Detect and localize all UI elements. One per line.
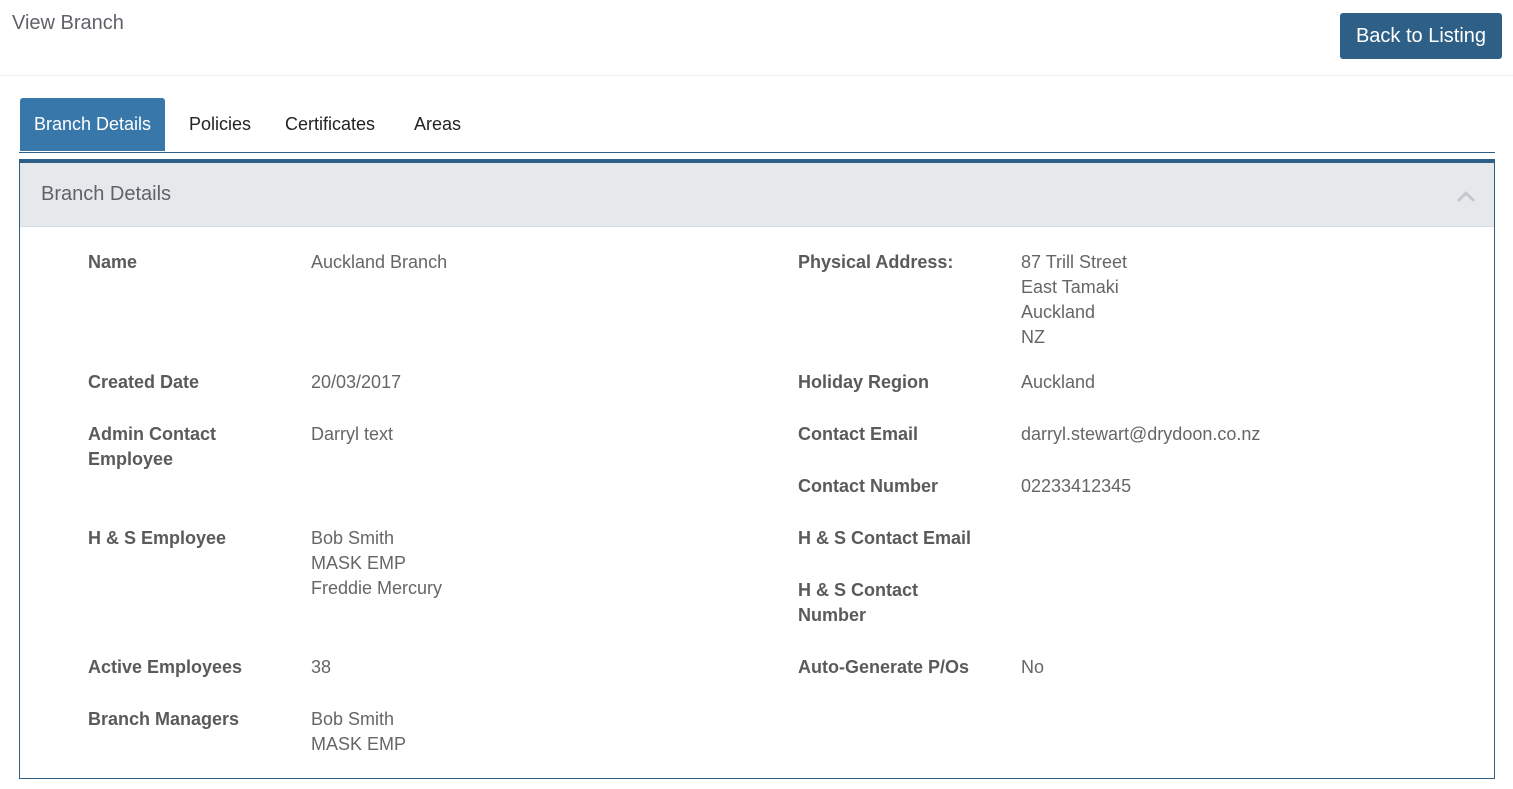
page-header: View Branch Back to Listing: [0, 0, 1513, 76]
contact-number-label: Contact Number: [798, 476, 939, 496]
branch-managers-values: Bob Smith MASK EMP: [311, 707, 406, 757]
contact-number-value: 02233412345: [1021, 476, 1132, 496]
branch-manager-name: MASK EMP: [311, 734, 407, 754]
admin-contact-employee-label: Admin Contact Employee: [88, 422, 216, 472]
address-line: 87 Trill Street: [1021, 252, 1128, 272]
active-employees-value: 38: [311, 657, 332, 677]
label-line: Number: [798, 605, 867, 625]
hs-contact-email-label: H & S Contact Email: [798, 528, 972, 548]
hs-employee-name: Bob Smith: [311, 528, 395, 548]
label-line: H & S Contact: [798, 580, 919, 600]
hs-employee-name: Freddie Mercury: [311, 578, 443, 598]
branch-manager-name: Bob Smith: [311, 709, 395, 729]
holiday-region-value: Auckland: [1021, 372, 1096, 392]
tab-bar: Branch Details Policies Certificates Are…: [19, 97, 1495, 153]
label-line: Admin Contact: [88, 424, 216, 444]
created-date-label: Created Date: [88, 372, 200, 392]
address-line: Auckland: [1021, 302, 1096, 322]
name-label: Name: [88, 252, 138, 272]
back-to-listing-button[interactable]: Back to Listing: [1340, 13, 1502, 59]
tab-areas[interactable]: Areas: [414, 98, 461, 151]
branch-managers-label: Branch Managers: [88, 709, 240, 729]
label-line: Employee: [88, 449, 174, 469]
address-line: NZ: [1021, 327, 1045, 347]
contact-email-value: darryl.stewart@drydoon.co.nz: [1021, 424, 1261, 444]
hs-employee-values: Bob Smith MASK EMP Freddie Mercury: [311, 526, 442, 601]
admin-contact-employee-value: Darryl text: [311, 424, 394, 444]
hs-employee-name: MASK EMP: [311, 553, 407, 573]
hs-employee-label: H & S Employee: [88, 528, 227, 548]
physical-address-value: 87 Trill Street East Tamaki Auckland NZ: [1021, 250, 1127, 350]
branch-details-panel: Branch Details Name Auckland Branch Crea…: [19, 159, 1495, 779]
chevron-up-icon[interactable]: [1456, 189, 1476, 203]
contact-email-label: Contact Email: [798, 424, 919, 444]
auto-generate-pos-value: No: [1021, 657, 1045, 677]
physical-address-label: Physical Address:: [798, 252, 954, 272]
hs-contact-number-label: H & S Contact Number: [798, 578, 918, 628]
panel-header[interactable]: Branch Details: [20, 163, 1494, 227]
tab-certificates[interactable]: Certificates: [285, 98, 375, 151]
active-employees-label: Active Employees: [88, 657, 243, 677]
created-date-value: 20/03/2017: [311, 372, 402, 392]
tab-policies[interactable]: Policies: [189, 98, 251, 151]
page: View Branch Back to Listing Branch Detai…: [0, 0, 1513, 789]
panel-title: Branch Details: [41, 183, 172, 205]
auto-generate-pos-label: Auto-Generate P/Os: [798, 657, 970, 677]
tab-branch-details[interactable]: Branch Details: [20, 98, 166, 151]
address-line: East Tamaki: [1021, 277, 1119, 297]
holiday-region-label: Holiday Region: [798, 372, 930, 392]
page-title: View Branch: [12, 12, 124, 34]
name-value: Auckland Branch: [311, 252, 448, 272]
